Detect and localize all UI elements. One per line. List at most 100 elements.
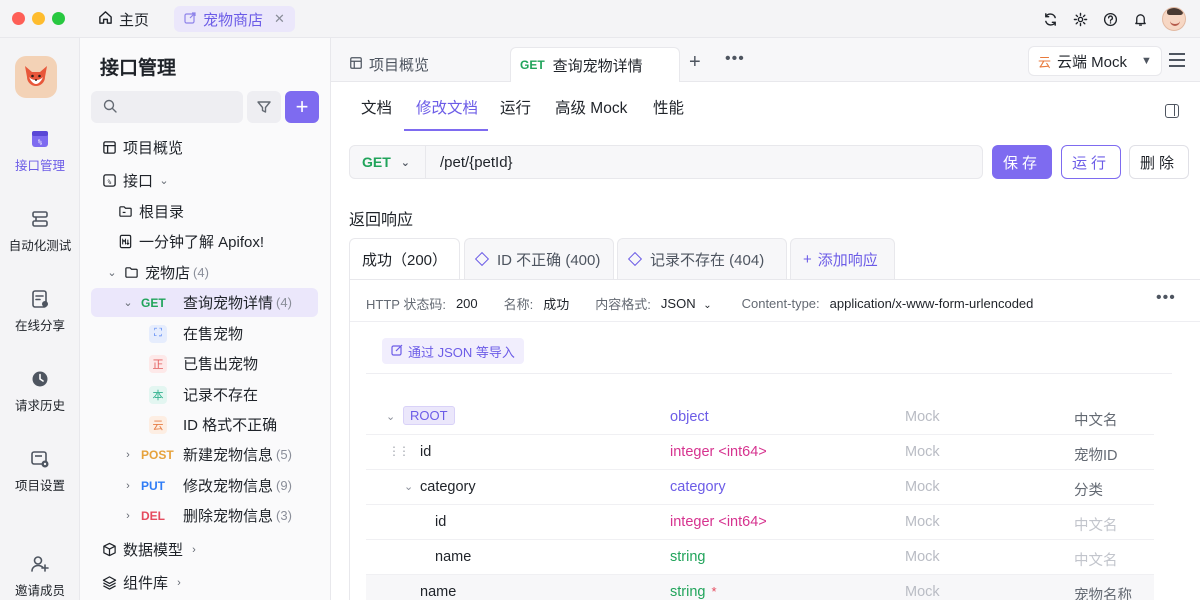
required-marker[interactable]: *: [711, 584, 716, 599]
layout-icon: [101, 140, 117, 156]
tab-doc[interactable]: 文档: [361, 96, 392, 118]
filter-button[interactable]: [247, 91, 281, 123]
tree-item-overview[interactable]: 项目概览: [91, 133, 318, 162]
save-button[interactable]: 保存: [992, 145, 1052, 179]
tree-item-folder[interactable]: ⌄ 宠物店 (4): [91, 258, 318, 287]
tree-item-case[interactable]: 云 ID 格式不正确: [91, 410, 318, 439]
bell-icon[interactable]: [1132, 11, 1148, 27]
tab-edit-doc[interactable]: 修改文档: [416, 96, 478, 118]
add-response-button[interactable]: + 添加响应: [790, 238, 895, 279]
tree-item-data-models[interactable]: 数据模型 ›: [91, 535, 318, 564]
drag-handle-icon[interactable]: ⋮⋮: [388, 444, 410, 458]
tree-item-case[interactable]: 本 记录不存在: [91, 380, 318, 409]
nav-rail: % 接口管理 自动化测试 在线分享 请求历史 项目设置 邀请成员: [0, 38, 80, 600]
chevron-down-icon: ▼: [1141, 55, 1152, 67]
tab-api-detail[interactable]: GET 查询宠物详情: [510, 47, 680, 82]
environment-select[interactable]: 云 云端 Mock ▼: [1028, 46, 1162, 76]
search-box[interactable]: [91, 91, 243, 123]
response-tab-400[interactable]: ID 不正确 (400): [464, 238, 614, 279]
main-panel: 项目概览 GET 查询宠物详情 + ••• 云 云端 Mock ▼ 文档 修改文…: [331, 38, 1200, 600]
history-icon: [29, 368, 51, 390]
method-select[interactable]: GET ⌄: [350, 146, 426, 178]
svg-text:%: %: [107, 179, 111, 186]
response-name-value[interactable]: 成功: [543, 294, 569, 313]
delete-button[interactable]: 删除: [1129, 145, 1189, 179]
plus-icon: +: [803, 250, 812, 268]
title-actions: [1042, 7, 1186, 31]
tree-item-doc[interactable]: 一分钟了解 Apifox!: [91, 227, 318, 256]
plus-icon: +: [295, 94, 309, 119]
tree-item-root-dir[interactable]: 根目录: [91, 197, 318, 226]
user-avatar[interactable]: [1162, 7, 1186, 31]
api-sidebar: 接口管理 + 项目概览 % 接口 ⌄ 根目录 一分钟了解 Apifox! ⌄ 宠…: [80, 38, 331, 600]
schema-row[interactable]: ⋮⋮ id integer <int64> Mock 宠物ID: [366, 435, 1154, 470]
side-panel-icon[interactable]: [1165, 104, 1179, 118]
cube-icon: [101, 542, 117, 558]
response-meta: HTTP 状态码: 200 名称: 成功 内容格式: JSON ⌄ Conten…: [366, 294, 1034, 313]
invite-icon: [29, 553, 51, 575]
status-code-value[interactable]: 200: [456, 296, 478, 311]
response-tab-404[interactable]: 记录不存在 (404): [617, 238, 787, 279]
tree-item-api[interactable]: › DEL 删除宠物信息 (3): [91, 501, 318, 530]
home-tab-label: 主页: [119, 11, 150, 29]
home-icon: [98, 10, 113, 29]
active-tab-indicator: [404, 129, 488, 131]
folder-icon: [123, 265, 139, 281]
rail-item-invite[interactable]: 邀请成员: [0, 553, 80, 599]
add-button[interactable]: +: [285, 91, 319, 123]
divider: [366, 373, 1172, 374]
tab-project-overview[interactable]: 项目概览: [349, 47, 429, 82]
more-icon[interactable]: •••: [1156, 289, 1176, 307]
refresh-icon[interactable]: [1042, 11, 1058, 27]
close-icon[interactable]: ✕: [274, 11, 285, 27]
tree-item-api[interactable]: › PUT 修改宠物信息 (9): [91, 471, 318, 500]
new-tab-button[interactable]: +: [689, 52, 701, 72]
tree-item-api[interactable]: › POST 新建宠物信息 (5): [91, 440, 318, 469]
chevron-right-icon: ›: [192, 543, 196, 556]
menu-icon[interactable]: [1169, 53, 1185, 67]
more-tabs-icon[interactable]: •••: [725, 50, 745, 68]
fox-logo-icon: [25, 66, 47, 86]
case-tag-icon: 正: [149, 354, 167, 373]
minimize-window-button[interactable]: [32, 12, 45, 25]
maximize-window-button[interactable]: [52, 12, 65, 25]
tab-run[interactable]: 运行: [500, 96, 531, 118]
chevron-right-icon: ›: [126, 509, 130, 522]
schema-row[interactable]: name string * Mock 宠物名称: [366, 575, 1154, 600]
filter-icon: [257, 101, 271, 113]
tab-performance[interactable]: 性能: [653, 96, 684, 118]
content-format-select[interactable]: JSON ⌄: [661, 296, 712, 311]
tree-item-apis[interactable]: % 接口 ⌄: [91, 166, 318, 195]
rail-item-history[interactable]: 请求历史: [0, 368, 80, 414]
api-folder-icon: %: [101, 173, 117, 189]
project-tab[interactable]: 宠物商店 ✕: [174, 6, 295, 32]
layout-icon: [349, 56, 363, 74]
response-tab-200[interactable]: 成功（200）: [349, 238, 460, 280]
rail-item-share[interactable]: 在线分享: [0, 288, 80, 334]
rail-item-api[interactable]: % 接口管理: [0, 128, 80, 174]
chevron-down-icon[interactable]: ⌄: [386, 410, 395, 423]
tree-item-case[interactable]: ⛶ 在售宠物: [91, 319, 318, 348]
tab-advanced-mock[interactable]: 高级 Mock: [555, 96, 627, 118]
help-icon[interactable]: [1102, 11, 1118, 27]
run-button[interactable]: 运行: [1061, 145, 1121, 179]
tree-item-selected-api[interactable]: ⌄ GET 查询宠物详情 (4): [91, 288, 318, 317]
url-input[interactable]: [440, 153, 960, 171]
schema-row[interactable]: ⌄ category category Mock 分类: [366, 470, 1154, 505]
close-window-button[interactable]: [12, 12, 25, 25]
schema-row[interactable]: name string Mock 中文名: [366, 540, 1154, 575]
gear-icon[interactable]: [1072, 11, 1088, 27]
chevron-down-icon[interactable]: ⌄: [404, 480, 413, 493]
home-tab[interactable]: 主页: [98, 9, 149, 29]
tree-item-case[interactable]: 正 已售出宠物: [91, 349, 318, 378]
tree-item-components[interactable]: 组件库 ›: [91, 568, 318, 597]
search-input[interactable]: [123, 99, 233, 115]
schema-row[interactable]: id integer <int64> Mock 中文名: [366, 505, 1154, 540]
diamond-icon: [627, 251, 643, 267]
import-json-button[interactable]: 通过 JSON 等导入: [382, 338, 524, 364]
chevron-down-icon: ⌄: [159, 175, 169, 187]
schema-row-root[interactable]: ⌄ ROOT object Mock 中文名: [366, 400, 1154, 435]
rail-item-automation[interactable]: 自动化测试: [0, 208, 80, 254]
rail-item-settings[interactable]: 项目设置: [0, 448, 80, 494]
case-tag-icon: 本: [149, 385, 167, 404]
